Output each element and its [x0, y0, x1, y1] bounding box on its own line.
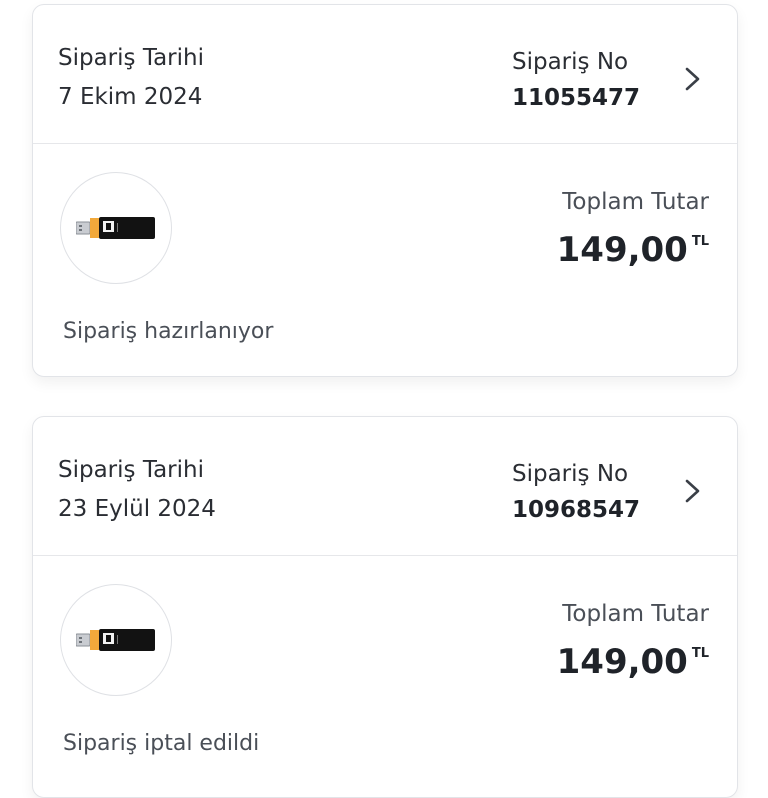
order-date: 23 Eylül 2024 [58, 496, 216, 522]
usb-flash-drive-icon [76, 217, 155, 239]
total-amount-value: 149,00 [556, 230, 688, 270]
order-card-body: Toplam Tutar 149,00 TL Sipariş hazırlanıy… [33, 144, 737, 376]
total-amount-label: Toplam Tutar [562, 189, 709, 215]
order-card[interactable]: Sipariş Tarihi 7 Ekim 2024 Sipariş No 11… [32, 4, 738, 377]
total-amount: 149,00 TL [557, 230, 709, 270]
total-amount-value: 149,00 [556, 642, 688, 682]
order-card-header[interactable]: Sipariş Tarihi 23 Eylül 2024 Sipariş No … [33, 417, 737, 556]
order-number-label: Sipariş No [512, 461, 629, 487]
currency-label: TL [691, 646, 709, 661]
order-date: 7 Ekim 2024 [58, 84, 203, 110]
order-number: 10968547 [512, 497, 641, 523]
total-amount: 149,00 TL [557, 642, 709, 682]
currency-label: TL [691, 234, 709, 249]
usb-flash-drive-icon [76, 629, 155, 651]
order-date-label: Sipariş Tarihi [58, 45, 204, 71]
order-card-body: Toplam Tutar 149,00 TL Sipariş iptal edil… [33, 556, 737, 788]
product-thumbnail[interactable] [60, 584, 172, 696]
order-number-label: Sipariş No [512, 49, 629, 75]
order-card-header[interactable]: Sipariş Tarihi 7 Ekim 2024 Sipariş No 11… [33, 5, 737, 144]
chevron-right-icon[interactable] [681, 475, 705, 507]
total-amount-label: Toplam Tutar [562, 601, 709, 627]
order-status: Sipariş iptal edildi [63, 731, 260, 756]
chevron-right-icon[interactable] [681, 63, 705, 95]
order-card[interactable]: Sipariş Tarihi 23 Eylül 2024 Sipariş No … [32, 416, 738, 798]
order-status: Sipariş hazırlanıyor [63, 319, 274, 344]
order-date-label: Sipariş Tarihi [58, 457, 204, 483]
order-number: 11055477 [512, 85, 641, 111]
product-thumbnail[interactable] [60, 172, 172, 284]
